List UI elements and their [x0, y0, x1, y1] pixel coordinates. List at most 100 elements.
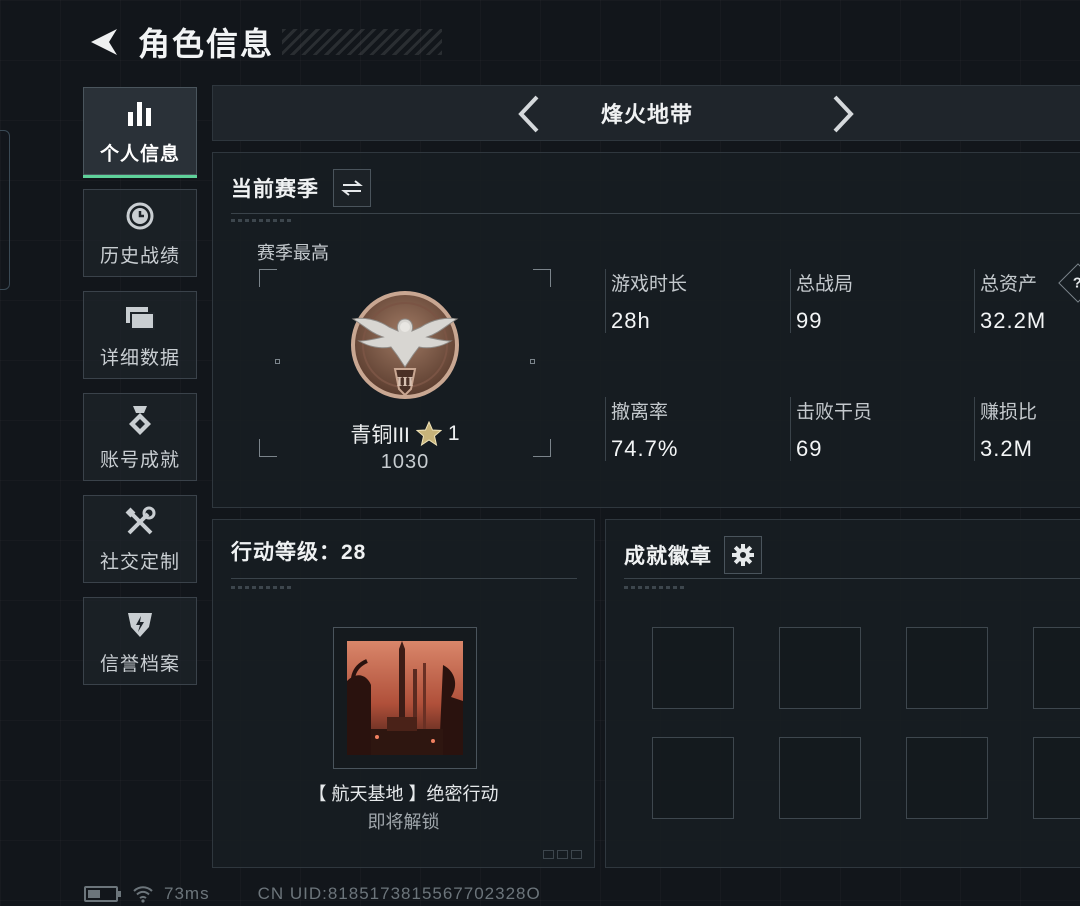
achievement-badges-panel: 成就徽章	[605, 519, 1080, 868]
achievements-title: 成就徽章	[624, 545, 712, 568]
stat-profit-loss: 赚损比 3.2M	[974, 397, 1080, 462]
mode-prev-button[interactable]	[509, 92, 549, 136]
badge-slot[interactable]	[652, 627, 734, 709]
frame-corner	[259, 269, 277, 287]
stat-total-assets: 总资产 32.2M ?	[974, 263, 1080, 334]
sidebar-item-label: 详细数据	[99, 347, 180, 369]
frame-dot	[530, 359, 535, 364]
wifi-icon	[133, 886, 153, 903]
badge-slot[interactable]	[906, 737, 988, 819]
sidebar-item-label: 信誉档案	[99, 653, 180, 675]
page-header: 角色信息	[82, 20, 443, 64]
mission-name: 【 航天基地 】绝密行动	[308, 784, 499, 804]
rank-name: 青铜III	[350, 424, 410, 447]
chevron-right-icon	[833, 95, 854, 133]
stat-total-matches: 总战局 99	[790, 269, 966, 334]
side-drawer-handle[interactable]	[0, 130, 10, 290]
gear-icon	[732, 544, 754, 566]
badge-slot[interactable]	[652, 737, 734, 819]
title-decoration	[282, 29, 443, 55]
battery-icon	[84, 886, 121, 902]
sidebar-item-label: 社交定制	[99, 551, 180, 573]
rank-line: 青铜III 1	[259, 419, 551, 449]
mode-selector: 烽火地带	[212, 85, 1080, 141]
mission-card[interactable]	[333, 627, 477, 769]
bar-chart-icon	[123, 97, 157, 131]
season-best-label: 赛季最高	[257, 243, 329, 263]
history-clock-icon	[123, 199, 157, 233]
season-panel: 当前赛季 赛季最高 III 青铜III 1 1030 游戏时长 28h 总战局 …	[212, 152, 1080, 508]
sidebar-item-reputation[interactable]: 信誉档案	[83, 597, 197, 685]
tools-icon	[123, 505, 157, 539]
bronze-eagle-rank-icon: III	[349, 289, 461, 411]
action-level-panel: 行动等级：28 【 航天基地 】绝密行动 即将解锁	[212, 519, 595, 868]
stat-label: 击败干员	[796, 402, 873, 423]
sidebar-item-achievements[interactable]: 账号成就	[83, 393, 197, 481]
sidebar: 个人信息 历史战绩 详细数据 账号成就 社交定制 信誉档案	[83, 87, 197, 699]
divider	[231, 213, 1080, 214]
achievements-settings-button[interactable]	[724, 536, 762, 574]
shield-bolt-icon	[123, 607, 157, 641]
stat-label: 游戏时长	[611, 274, 688, 295]
badge-slot[interactable]	[779, 737, 861, 819]
action-header: 行动等级：28	[231, 536, 366, 566]
mode-title: 烽火地带	[600, 102, 693, 127]
divider	[624, 578, 1080, 579]
badge-slot[interactable]	[779, 627, 861, 709]
season-switch-button[interactable]	[333, 169, 371, 207]
rank-stars-count: 1	[447, 422, 460, 445]
stat-value: 69	[796, 436, 823, 461]
sidebar-item-label: 账号成就	[99, 449, 180, 471]
stat-value: 74.7%	[611, 436, 679, 461]
sidebar-item-label: 个人信息	[99, 143, 180, 165]
chevron-left-icon	[518, 95, 539, 133]
sidebar-item-social-custom[interactable]: 社交定制	[83, 495, 197, 583]
back-arrow-icon	[91, 29, 117, 55]
divider-tick	[624, 586, 684, 589]
stat-play-time: 游戏时长 28h	[605, 269, 781, 334]
season-title: 当前赛季	[231, 178, 319, 201]
panel-corner-decoration	[543, 850, 582, 859]
divider-tick	[231, 219, 291, 222]
divider	[231, 578, 577, 579]
star-icon	[415, 421, 442, 447]
divider-tick	[231, 586, 291, 589]
battery-level	[88, 890, 100, 898]
rank-score: 1030	[380, 451, 430, 473]
badge-slot[interactable]	[1033, 737, 1080, 819]
stat-label: 赚损比	[980, 402, 1038, 423]
help-icon: ?	[1073, 274, 1080, 292]
badge-slot[interactable]	[1033, 627, 1080, 709]
badge-slot[interactable]	[906, 627, 988, 709]
stat-value: 28h	[611, 308, 651, 333]
stat-operators-defeated: 击败干员 69	[790, 397, 966, 462]
sidebar-item-history[interactable]: 历史战绩	[83, 189, 197, 277]
stat-value: 99	[796, 308, 823, 333]
stat-extract-rate: 撤离率 74.7%	[605, 397, 781, 462]
status-bar: 73ms CN UID:8185173815567702328O	[84, 884, 541, 904]
page-title: 角色信息	[138, 26, 275, 62]
season-header: 当前赛季	[231, 169, 371, 207]
frame-corner	[533, 269, 551, 287]
frame-dot	[275, 359, 280, 364]
stat-value: 3.2M	[980, 436, 1033, 461]
achievements-header: 成就徽章	[624, 536, 762, 574]
sidebar-item-detailed-data[interactable]: 详细数据	[83, 291, 197, 379]
ping-value: 73ms	[164, 884, 210, 903]
mode-next-button[interactable]	[823, 92, 863, 136]
mission-thumbnail-image	[347, 641, 463, 755]
rank-display: III 青铜III 1 1030	[259, 269, 551, 473]
stat-label: 总战局	[796, 274, 854, 295]
folders-icon	[123, 301, 157, 335]
swap-arrows-icon	[341, 180, 363, 196]
stat-label: 撤离率	[611, 402, 669, 423]
sidebar-item-personal-info[interactable]: 个人信息	[83, 87, 197, 178]
stat-value: 32.2M	[980, 308, 1047, 333]
user-uid: CN UID:8185173815567702328O	[257, 884, 541, 903]
mission-status: 即将解锁	[367, 812, 440, 832]
sidebar-item-label: 历史战绩	[99, 245, 180, 267]
svg-text:III: III	[397, 375, 414, 389]
back-button[interactable]	[82, 20, 126, 64]
action-level-title: 行动等级：28	[231, 541, 367, 564]
medal-icon	[123, 403, 157, 437]
